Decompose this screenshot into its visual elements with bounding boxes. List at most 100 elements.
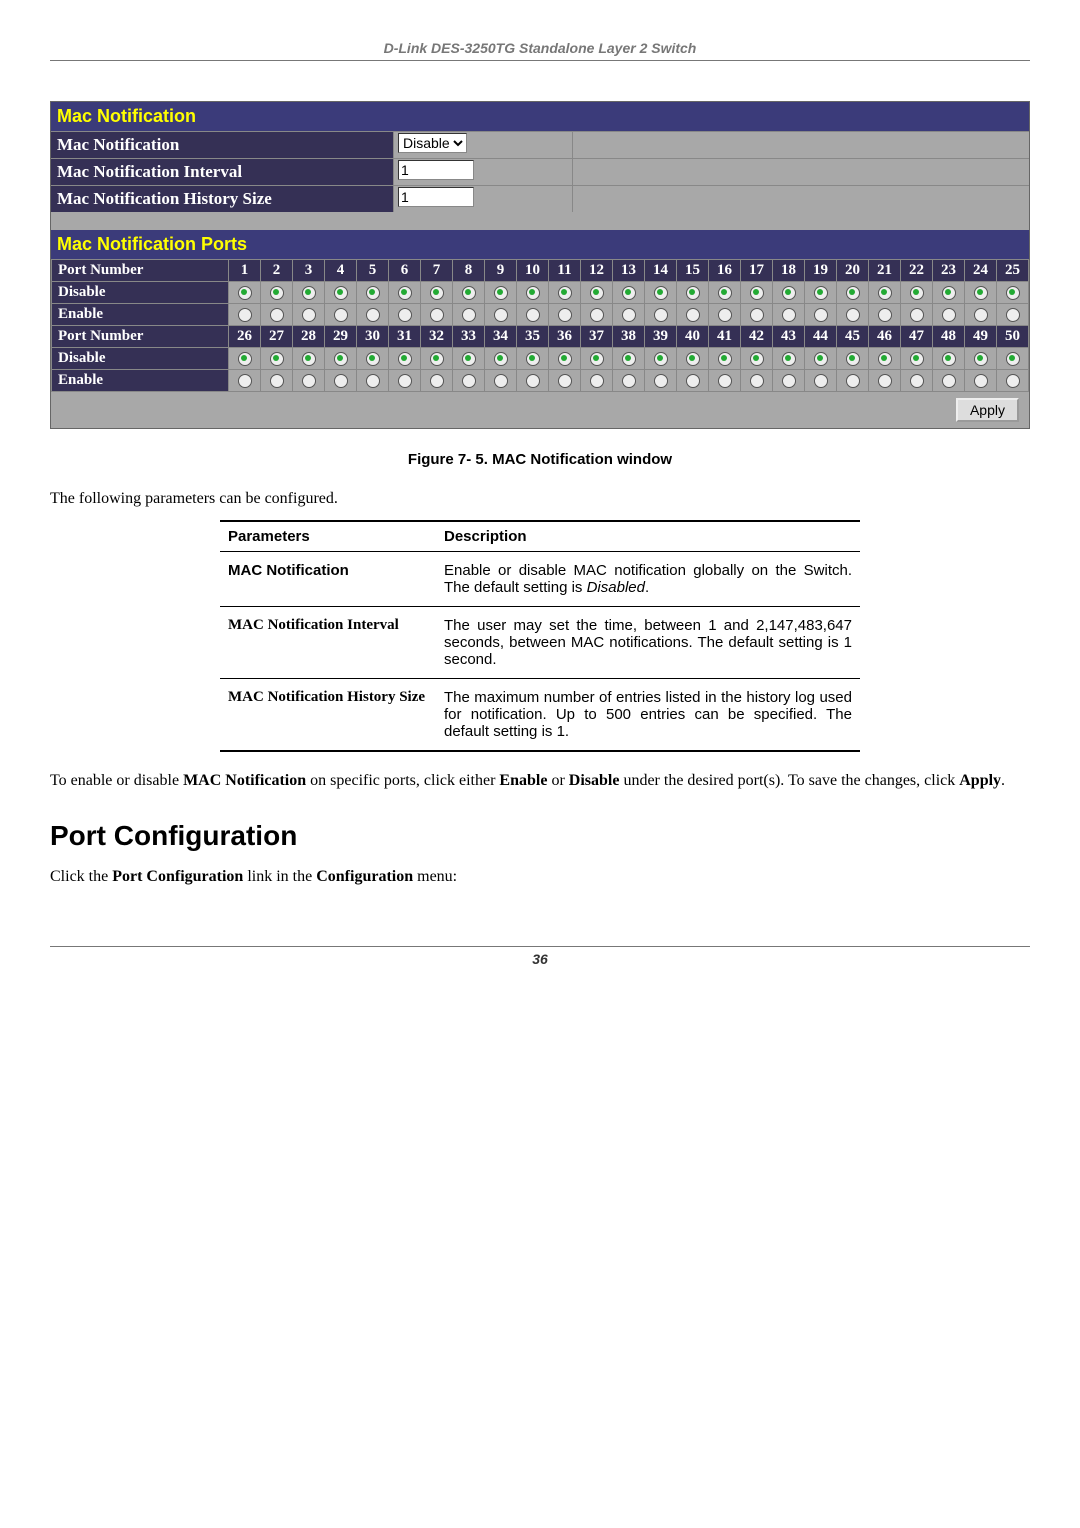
enable-port-radio[interactable] <box>709 370 741 392</box>
enable-port-radio[interactable] <box>869 304 901 326</box>
enable-port-radio[interactable] <box>613 304 645 326</box>
disable-port-radio[interactable] <box>805 348 837 370</box>
enable-port-radio[interactable] <box>453 370 485 392</box>
disable-port-radio[interactable] <box>677 282 709 304</box>
disable-port-radio[interactable] <box>869 348 901 370</box>
enable-port-radio[interactable] <box>901 370 933 392</box>
enable-port-radio[interactable] <box>901 304 933 326</box>
disable-port-radio[interactable] <box>709 282 741 304</box>
enable-port-radio[interactable] <box>549 370 581 392</box>
enable-port-radio[interactable] <box>389 370 421 392</box>
enable-port-radio[interactable] <box>325 370 357 392</box>
disable-port-radio[interactable] <box>453 348 485 370</box>
enable-port-radio[interactable] <box>965 304 997 326</box>
disable-port-radio[interactable] <box>485 348 517 370</box>
enable-port-radio[interactable] <box>229 304 261 326</box>
mac-interval-input[interactable] <box>398 160 474 180</box>
disable-port-radio[interactable] <box>837 282 869 304</box>
enable-port-radio[interactable] <box>581 304 613 326</box>
disable-port-radio[interactable] <box>965 348 997 370</box>
disable-port-radio[interactable] <box>421 348 453 370</box>
enable-port-radio[interactable] <box>805 370 837 392</box>
apply-button[interactable]: Apply <box>956 398 1019 422</box>
disable-port-radio[interactable] <box>485 282 517 304</box>
disable-port-radio[interactable] <box>581 348 613 370</box>
enable-port-radio[interactable] <box>261 370 293 392</box>
disable-port-radio[interactable] <box>549 348 581 370</box>
enable-port-radio[interactable] <box>869 370 901 392</box>
disable-port-radio[interactable] <box>261 282 293 304</box>
enable-port-radio[interactable] <box>997 370 1029 392</box>
enable-port-radio[interactable] <box>677 370 709 392</box>
disable-port-radio[interactable] <box>613 282 645 304</box>
mac-history-input[interactable] <box>398 187 474 207</box>
enable-port-radio[interactable] <box>325 304 357 326</box>
disable-port-radio[interactable] <box>613 348 645 370</box>
enable-port-radio[interactable] <box>837 370 869 392</box>
disable-port-radio[interactable] <box>357 282 389 304</box>
disable-port-radio[interactable] <box>645 282 677 304</box>
enable-port-radio[interactable] <box>261 304 293 326</box>
enable-port-radio[interactable] <box>549 304 581 326</box>
disable-port-radio[interactable] <box>453 282 485 304</box>
disable-port-radio[interactable] <box>389 282 421 304</box>
enable-port-radio[interactable] <box>933 304 965 326</box>
disable-port-radio[interactable] <box>645 348 677 370</box>
disable-port-radio[interactable] <box>901 282 933 304</box>
mac-notification-select[interactable]: Disable <box>398 133 467 153</box>
enable-port-radio[interactable] <box>677 304 709 326</box>
disable-port-radio[interactable] <box>709 348 741 370</box>
disable-port-radio[interactable] <box>837 348 869 370</box>
enable-port-radio[interactable] <box>709 304 741 326</box>
enable-port-radio[interactable] <box>229 370 261 392</box>
disable-port-radio[interactable] <box>869 282 901 304</box>
enable-port-radio[interactable] <box>389 304 421 326</box>
enable-port-radio[interactable] <box>421 304 453 326</box>
disable-port-radio[interactable] <box>549 282 581 304</box>
enable-port-radio[interactable] <box>773 370 805 392</box>
enable-port-radio[interactable] <box>997 304 1029 326</box>
enable-port-radio[interactable] <box>741 370 773 392</box>
disable-port-radio[interactable] <box>517 348 549 370</box>
enable-port-radio[interactable] <box>645 370 677 392</box>
disable-port-radio[interactable] <box>677 348 709 370</box>
disable-port-radio[interactable] <box>261 348 293 370</box>
disable-port-radio[interactable] <box>741 348 773 370</box>
disable-port-radio[interactable] <box>517 282 549 304</box>
enable-port-radio[interactable] <box>421 370 453 392</box>
disable-port-radio[interactable] <box>997 282 1029 304</box>
enable-port-radio[interactable] <box>517 370 549 392</box>
disable-port-radio[interactable] <box>229 282 261 304</box>
disable-port-radio[interactable] <box>325 348 357 370</box>
disable-port-radio[interactable] <box>325 282 357 304</box>
enable-port-radio[interactable] <box>293 304 325 326</box>
disable-port-radio[interactable] <box>229 348 261 370</box>
enable-port-radio[interactable] <box>581 370 613 392</box>
disable-port-radio[interactable] <box>421 282 453 304</box>
disable-port-radio[interactable] <box>773 282 805 304</box>
disable-port-radio[interactable] <box>293 282 325 304</box>
enable-port-radio[interactable] <box>933 370 965 392</box>
enable-port-radio[interactable] <box>485 370 517 392</box>
disable-port-radio[interactable] <box>389 348 421 370</box>
enable-port-radio[interactable] <box>965 370 997 392</box>
disable-port-radio[interactable] <box>933 282 965 304</box>
disable-port-radio[interactable] <box>997 348 1029 370</box>
enable-port-radio[interactable] <box>837 304 869 326</box>
enable-port-radio[interactable] <box>357 370 389 392</box>
enable-port-radio[interactable] <box>645 304 677 326</box>
disable-port-radio[interactable] <box>805 282 837 304</box>
disable-port-radio[interactable] <box>933 348 965 370</box>
disable-port-radio[interactable] <box>581 282 613 304</box>
disable-port-radio[interactable] <box>965 282 997 304</box>
enable-port-radio[interactable] <box>517 304 549 326</box>
enable-port-radio[interactable] <box>453 304 485 326</box>
disable-port-radio[interactable] <box>901 348 933 370</box>
enable-port-radio[interactable] <box>357 304 389 326</box>
enable-port-radio[interactable] <box>805 304 837 326</box>
disable-port-radio[interactable] <box>773 348 805 370</box>
disable-port-radio[interactable] <box>293 348 325 370</box>
disable-port-radio[interactable] <box>357 348 389 370</box>
enable-port-radio[interactable] <box>293 370 325 392</box>
enable-port-radio[interactable] <box>485 304 517 326</box>
